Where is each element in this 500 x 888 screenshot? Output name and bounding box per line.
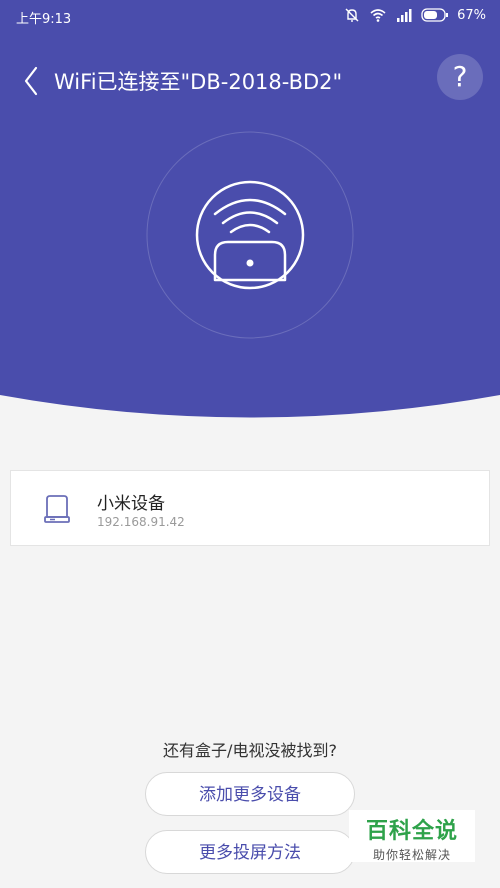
not-found-hint: 还有盒子/电视没被找到? bbox=[163, 741, 337, 760]
battery-icon bbox=[421, 8, 449, 22]
device-name: 小米设备 bbox=[97, 494, 165, 514]
device-ip: 192.168.91.42 bbox=[97, 515, 185, 529]
add-more-devices-button[interactable]: 添加更多设备 bbox=[145, 772, 355, 816]
watermark: 百科全说 助你轻松解决 bbox=[349, 810, 475, 862]
status-time: 上午9:13 bbox=[16, 12, 72, 27]
battery-percent: 67% bbox=[457, 7, 486, 23]
watermark-subtitle: 助你轻松解决 bbox=[372, 848, 451, 862]
signal-icon bbox=[397, 9, 412, 22]
back-button[interactable] bbox=[18, 64, 48, 98]
mute-bell-icon bbox=[345, 8, 359, 22]
help-button[interactable]: ? bbox=[437, 54, 483, 100]
status-icons: 67% bbox=[343, 6, 486, 24]
status-bar: 上午9:13 67% bbox=[0, 0, 500, 32]
box-device-icon bbox=[44, 495, 70, 523]
question-mark-icon: ? bbox=[452, 60, 468, 93]
page-title: WiFi已连接至"DB-2018-BD2" bbox=[54, 70, 343, 94]
more-casting-methods-button[interactable]: 更多投屏方法 bbox=[145, 830, 355, 874]
watermark-title: 百科全说 bbox=[365, 819, 458, 844]
chevron-left-icon bbox=[24, 66, 38, 96]
device-list-item[interactable]: 小米设备 192.168.91.42 bbox=[10, 470, 490, 546]
wifi-icon bbox=[370, 9, 386, 22]
